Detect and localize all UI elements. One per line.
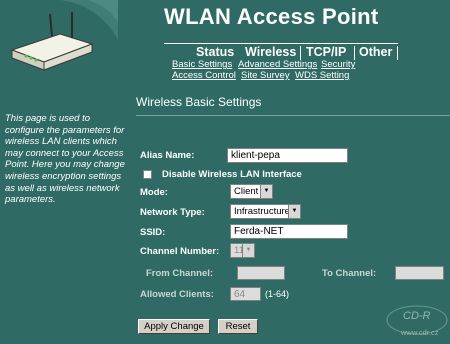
network-type-label: Network Type: (140, 207, 205, 218)
network-type-value: Infrastructure (234, 206, 290, 217)
mode-value: Client (234, 186, 259, 197)
nav-status[interactable]: Status (196, 44, 234, 60)
reset-button[interactable]: Reset (218, 319, 258, 334)
nav-tcpip[interactable]: TCP/IP (306, 44, 346, 60)
nav-divider (397, 46, 398, 60)
cdr-watermark: CD-R www.cdr.cz (355, 300, 450, 339)
alias-input[interactable]: klient-pepa (227, 148, 348, 163)
subnav-access-control[interactable]: Access Control (172, 70, 236, 81)
nav-divider (300, 46, 301, 60)
nav-divider (354, 46, 355, 60)
allowed-clients-input[interactable]: 64 (230, 287, 261, 301)
subnav-advanced-settings[interactable]: Advanced Settings (238, 59, 317, 70)
ssid-label: SSID: (140, 227, 166, 238)
chevron-down-icon: ▼ (260, 185, 272, 198)
subnav-basic-settings[interactable]: Basic Settings (172, 59, 232, 70)
allowed-clients-hint: (1-64) (265, 289, 290, 299)
router-logo (0, 0, 118, 86)
from-channel-input[interactable] (237, 266, 285, 280)
chevron-down-icon: ▼ (242, 244, 254, 257)
allowed-clients-label: Allowed Clients: (140, 289, 214, 300)
subnav-site-survey[interactable]: Site Survey (241, 70, 290, 81)
page-title: Wireless Basic Settings (136, 95, 262, 109)
main-nav: Status Wireless TCP/IP Other (164, 43, 398, 60)
disable-wlan-label: Disable Wireless LAN Interface (162, 169, 302, 180)
subnav-security[interactable]: Security (321, 59, 355, 70)
network-type-select[interactable]: Infrastructure ▼ (230, 204, 301, 219)
sidebar: This page is used to configure the param… (0, 86, 130, 339)
alias-label: Alias Name: (140, 150, 195, 161)
nav-wireless[interactable]: Wireless (245, 44, 296, 60)
mode-select[interactable]: Client ▼ (230, 184, 273, 199)
app-title: WLAN Access Point (164, 4, 379, 29)
to-channel-input[interactable] (395, 266, 444, 280)
help-text: This page is used to configure the param… (5, 113, 125, 206)
ssid-input[interactable]: Ferda-NET (230, 224, 348, 239)
header: WLAN Access Point Status Wireless TCP/IP… (0, 0, 450, 86)
apply-change-button[interactable]: Apply Change (138, 319, 210, 334)
channel-label: Channel Number: (140, 246, 220, 257)
disable-wlan-checkbox[interactable] (143, 170, 152, 179)
title-divider (136, 115, 450, 116)
subnav-wds-setting[interactable]: WDS Setting (295, 70, 349, 81)
chevron-down-icon: ▼ (288, 205, 300, 218)
from-channel-label: From Channel: (146, 268, 214, 279)
watermark-url: www.cdr.cz (400, 328, 439, 337)
mode-label: Mode: (140, 187, 168, 198)
watermark-brand: CD-R (403, 310, 431, 322)
nav-other[interactable]: Other (359, 44, 392, 60)
channel-select[interactable]: 11 ▼ (230, 243, 255, 258)
to-channel-label: To Channel: (322, 268, 377, 279)
